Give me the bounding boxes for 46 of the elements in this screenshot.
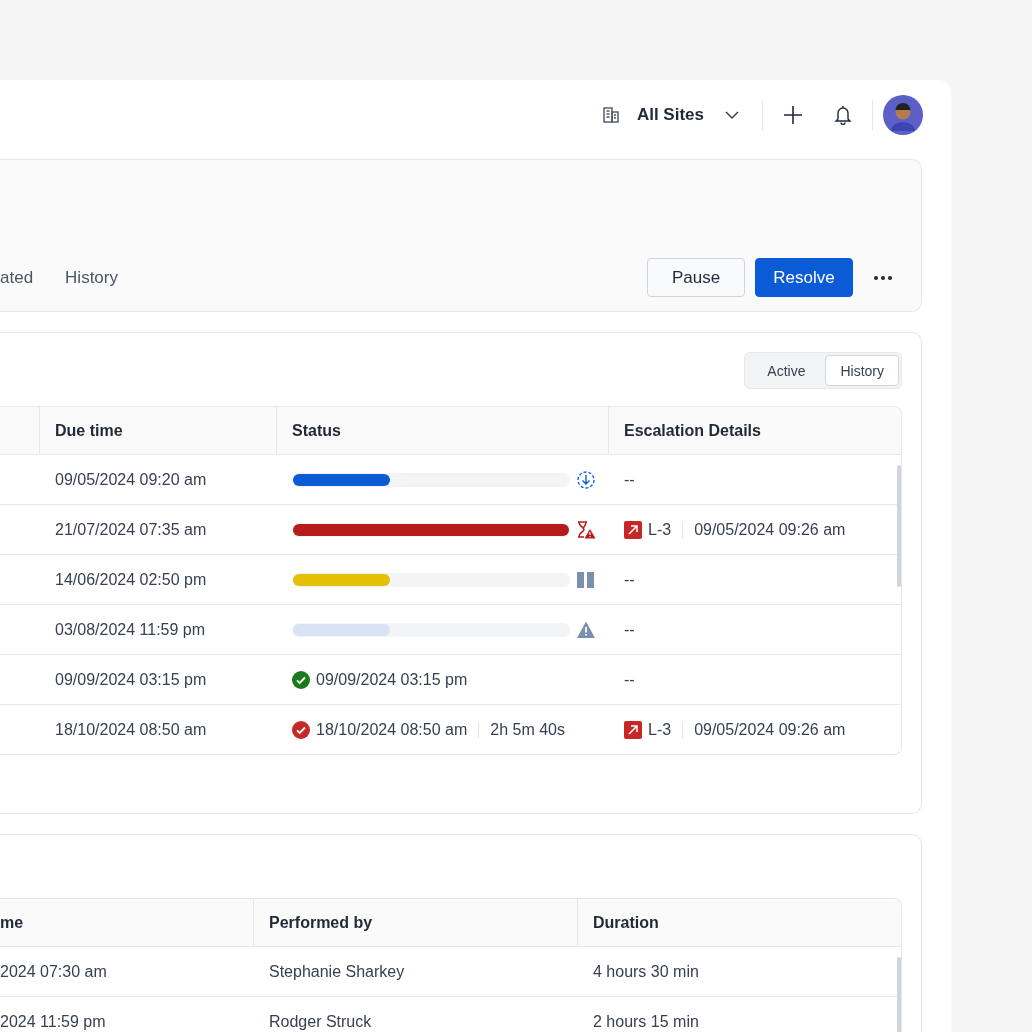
scrollbar[interactable]	[897, 957, 901, 1032]
empty-value: --	[624, 570, 635, 589]
column-header: Status	[277, 407, 609, 454]
resolve-button[interactable]: Resolve	[755, 258, 853, 297]
table-cell-text: Rodger Struck	[268, 1011, 373, 1032]
completed-time: 09/09/2024 03:15 pm	[316, 670, 468, 689]
bell-icon[interactable]	[834, 105, 852, 125]
table-cell-text: 18/10/2024 08:50 am	[54, 719, 208, 740]
scrollbar[interactable]	[897, 465, 901, 587]
table-cell-text: 14/06/2024 02:50 pm	[54, 569, 208, 590]
plus-icon[interactable]	[782, 104, 804, 126]
table-cell-text: 2024 07:30 am	[0, 961, 108, 982]
tab[interactable]: History	[65, 258, 118, 297]
warning-icon	[576, 619, 596, 640]
empty-value: --	[624, 620, 635, 639]
duration-text: 2h 5m 40s	[490, 720, 565, 739]
hourglass-warning-icon	[576, 519, 596, 540]
pause-button[interactable]: Pause	[647, 258, 745, 297]
more-icon[interactable]	[873, 274, 893, 281]
completed-time: 18/10/2024 08:50 am	[316, 720, 468, 739]
site-selector[interactable]: All Sites	[636, 105, 740, 125]
escalation-level: L-3	[648, 520, 672, 539]
avatar[interactable]	[883, 95, 923, 135]
table-cell-text: 21/07/2024 07:35 am	[54, 519, 208, 540]
tab[interactable]: ated	[0, 258, 34, 297]
toggle-option[interactable]: History	[825, 355, 899, 386]
toggle-option[interactable]: Active	[747, 355, 826, 386]
column-header: Due time	[40, 407, 277, 454]
table-cell-text: 09/09/2024 03:15 pm	[54, 669, 208, 690]
table-cell-text: 4 hours 30 min	[592, 961, 700, 982]
column-header: Performed by	[254, 899, 578, 946]
escalation-time: 09/05/2024 09:26 am	[694, 720, 846, 739]
table-cell-text: 03/08/2024 11:59 pm	[54, 619, 207, 640]
column-header: Duration	[592, 912, 660, 933]
empty-value: --	[624, 670, 635, 689]
table-cell-text: Stephanie Sharkey	[268, 961, 406, 982]
column-header: me	[0, 899, 254, 946]
table-cell-text: 09/05/2024 09:20 am	[54, 469, 208, 490]
table-cell-text: 2 hours 15 min	[592, 1011, 700, 1032]
table-cell-text: 2024 11:59 pm	[0, 1011, 107, 1032]
building-icon	[600, 105, 621, 125]
escalation-level: L-3	[648, 720, 672, 739]
escalation-time: 09/05/2024 09:26 am	[694, 520, 846, 539]
pause-icon	[576, 569, 596, 590]
column-header: Escalation Details	[623, 420, 762, 441]
empty-value: --	[624, 470, 635, 489]
